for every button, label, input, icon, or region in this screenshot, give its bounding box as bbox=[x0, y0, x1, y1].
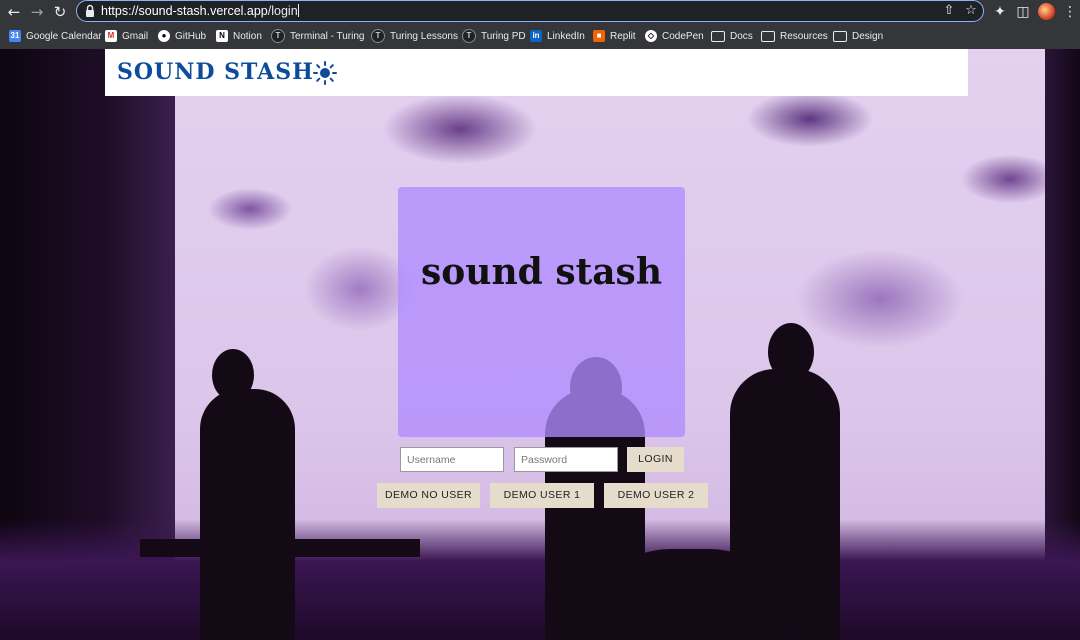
reload-icon[interactable]: ↻ bbox=[50, 2, 70, 22]
page-viewport: SOUND STASH sound stash LOGIN DEMO NO US… bbox=[0, 49, 1080, 640]
background-floor bbox=[0, 519, 1080, 640]
folder-icon bbox=[833, 30, 847, 42]
bookmark-linkedin[interactable]: in LinkedIn bbox=[530, 27, 585, 45]
replit-icon: ■ bbox=[593, 30, 605, 42]
bookmarks-bar: 31 Google Calendar M Gmail ● GitHub N No… bbox=[0, 27, 1080, 45]
browser-chrome: ← → ↻ https://sound-stash.vercel.app/log… bbox=[0, 0, 1080, 49]
address-bar[interactable]: https://sound-stash.vercel.app/login ⇧ ☆ bbox=[76, 0, 984, 22]
sun-icon[interactable] bbox=[313, 61, 337, 85]
bookmark-turing-pd[interactable]: T Turing PD bbox=[462, 27, 526, 45]
gmail-icon: M bbox=[105, 30, 117, 42]
bookmark-label: Resources bbox=[780, 30, 828, 42]
bookmark-label: GitHub bbox=[175, 30, 207, 42]
side-panel-icon[interactable]: ◫ bbox=[1013, 2, 1033, 22]
demo-user-2-button[interactable]: DEMO USER 2 bbox=[604, 483, 708, 508]
lock-icon[interactable] bbox=[85, 4, 95, 18]
folder-icon bbox=[711, 30, 725, 42]
bookmark-label: CodePen bbox=[662, 30, 704, 42]
menu-dots-icon[interactable]: ⋮ bbox=[1060, 2, 1080, 22]
github-icon: ● bbox=[158, 30, 170, 42]
bookmark-turing-lessons[interactable]: T Turing Lessons bbox=[371, 27, 458, 45]
bookmark-terminal-turing[interactable]: T Terminal - Turing bbox=[271, 27, 364, 45]
turing-icon: T bbox=[462, 29, 476, 43]
bookmark-codepen[interactable]: ◇ CodePen bbox=[645, 27, 704, 45]
bookmark-label: Notion bbox=[233, 30, 262, 42]
bookmark-label: Gmail bbox=[122, 30, 149, 42]
performer-head bbox=[212, 349, 254, 401]
text-cursor bbox=[297, 4, 299, 17]
bookmark-github[interactable]: ● GitHub bbox=[158, 27, 206, 45]
demo-no-user-button[interactable]: DEMO NO USER bbox=[377, 483, 480, 508]
bookmark-notion[interactable]: N Notion bbox=[216, 27, 262, 45]
profile-avatar[interactable] bbox=[1038, 3, 1055, 20]
forward-arrow-icon[interactable]: → bbox=[27, 2, 47, 22]
share-icon[interactable]: ⇧ bbox=[941, 3, 957, 19]
login-button[interactable]: LOGIN bbox=[627, 447, 684, 472]
folder-icon bbox=[761, 30, 775, 42]
codepen-icon: ◇ bbox=[645, 30, 657, 42]
bookmark-gmail[interactable]: M Gmail bbox=[105, 27, 148, 45]
calendar-icon: 31 bbox=[9, 30, 21, 42]
turing-icon: T bbox=[371, 29, 385, 43]
site-header: SOUND STASH bbox=[105, 49, 968, 96]
bookmark-label: Turing Lessons bbox=[390, 30, 458, 42]
back-arrow-icon[interactable]: ← bbox=[4, 2, 24, 22]
linkedin-icon: in bbox=[530, 30, 542, 42]
bookmark-google-calendar[interactable]: 31 Google Calendar bbox=[9, 27, 102, 45]
browser-toolbar: ← → ↻ https://sound-stash.vercel.app/log… bbox=[0, 0, 1080, 24]
login-title: sound stash bbox=[421, 251, 662, 293]
bookmark-label: Google Calendar bbox=[26, 30, 102, 42]
bookmark-label: Design bbox=[852, 30, 884, 42]
bookmark-label: Turing PD bbox=[481, 30, 526, 42]
performer-silhouette bbox=[200, 389, 295, 640]
star-icon[interactable]: ☆ bbox=[963, 3, 979, 19]
bookmark-docs[interactable]: Docs bbox=[711, 27, 753, 45]
login-card: sound stash bbox=[398, 187, 685, 437]
username-input[interactable] bbox=[400, 447, 504, 472]
url-text[interactable]: https://sound-stash.vercel.app/login bbox=[101, 4, 299, 18]
turing-icon: T bbox=[271, 29, 285, 43]
site-logo[interactable]: SOUND STASH bbox=[117, 59, 314, 85]
bookmark-design[interactable]: Design bbox=[833, 27, 883, 45]
bookmark-replit[interactable]: ■ Replit bbox=[593, 27, 636, 45]
bookmark-label: Terminal - Turing bbox=[290, 30, 365, 42]
password-input[interactable] bbox=[514, 447, 618, 472]
bookmark-resources[interactable]: Resources bbox=[761, 27, 828, 45]
bookmark-label: Replit bbox=[610, 30, 636, 42]
bookmark-label: LinkedIn bbox=[547, 30, 585, 42]
extensions-icon[interactable]: ✦ bbox=[990, 2, 1010, 22]
keyboard-silhouette bbox=[140, 539, 420, 557]
demo-user-1-button[interactable]: DEMO USER 1 bbox=[490, 483, 594, 508]
bookmark-label: Docs bbox=[730, 30, 753, 42]
notion-icon: N bbox=[216, 30, 228, 42]
performer-head bbox=[768, 323, 814, 381]
